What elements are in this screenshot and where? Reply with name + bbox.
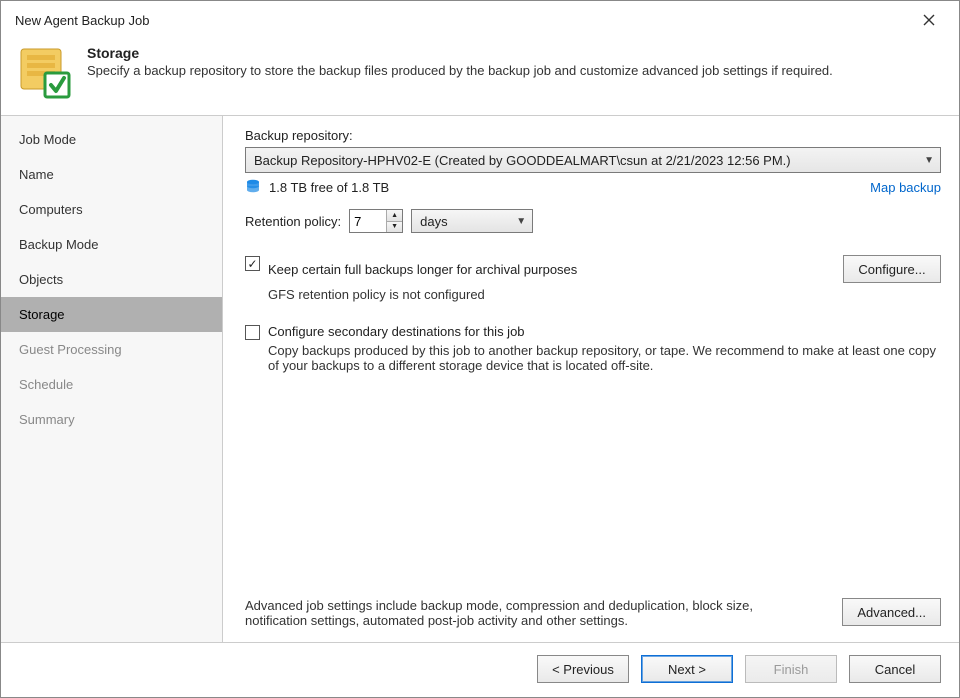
retention-value-spinner[interactable]: ▲ ▼ bbox=[349, 209, 403, 233]
next-button[interactable]: Next > bbox=[641, 655, 733, 683]
chevron-down-icon: ▼ bbox=[516, 216, 526, 227]
chevron-down-icon: ▼ bbox=[924, 155, 934, 166]
gfs-status-text: GFS retention policy is not configured bbox=[268, 287, 941, 302]
close-icon bbox=[923, 14, 935, 26]
sidebar-item-backup-mode[interactable]: Backup Mode bbox=[1, 227, 222, 262]
advanced-settings-hint: Advanced job settings include backup mod… bbox=[245, 598, 765, 628]
sidebar-item-computers[interactable]: Computers bbox=[1, 192, 222, 227]
keep-full-backups-checkbox[interactable]: ✓ bbox=[245, 256, 260, 271]
spinner-up-button[interactable]: ▲ bbox=[387, 210, 402, 222]
keep-full-backups-label: Keep certain full backups longer for arc… bbox=[268, 262, 577, 277]
step-title: Storage bbox=[87, 45, 833, 61]
retention-policy-label: Retention policy: bbox=[245, 214, 341, 229]
window-title: New Agent Backup Job bbox=[15, 13, 149, 28]
spinner-down-button[interactable]: ▼ bbox=[387, 222, 402, 233]
backup-repository-label: Backup repository: bbox=[245, 128, 941, 143]
free-space-text: 1.8 TB free of 1.8 TB bbox=[269, 180, 389, 195]
secondary-destinations-label: Configure secondary destinations for thi… bbox=[268, 324, 525, 339]
sidebar-item-objects[interactable]: Objects bbox=[1, 262, 222, 297]
database-icon bbox=[245, 179, 261, 195]
previous-button[interactable]: < Previous bbox=[537, 655, 629, 683]
advanced-button[interactable]: Advanced... bbox=[842, 598, 941, 626]
secondary-destinations-checkbox[interactable] bbox=[245, 325, 260, 340]
step-subtitle: Specify a backup repository to store the… bbox=[87, 63, 833, 78]
sidebar-item-name[interactable]: Name bbox=[1, 157, 222, 192]
backup-repository-value: Backup Repository-HPHV02-E (Created by G… bbox=[254, 153, 791, 168]
sidebar-item-schedule[interactable]: Schedule bbox=[1, 367, 222, 402]
wizard-header: Storage Specify a backup repository to s… bbox=[1, 33, 959, 116]
gfs-configure-button[interactable]: Configure... bbox=[843, 255, 941, 283]
title-bar: New Agent Backup Job bbox=[1, 1, 959, 33]
finish-button[interactable]: Finish bbox=[745, 655, 837, 683]
retention-unit-value: days bbox=[420, 214, 447, 229]
close-button[interactable] bbox=[909, 6, 949, 34]
step-content: Backup repository: Backup Repository-HPH… bbox=[223, 116, 959, 642]
backup-repository-select[interactable]: Backup Repository-HPHV02-E (Created by G… bbox=[245, 147, 941, 173]
storage-step-icon bbox=[17, 43, 73, 99]
retention-value-input[interactable] bbox=[350, 210, 386, 232]
sidebar-item-guest-processing[interactable]: Guest Processing bbox=[1, 332, 222, 367]
wizard-steps-sidebar: Job Mode Name Computers Backup Mode Obje… bbox=[1, 116, 223, 642]
cancel-button[interactable]: Cancel bbox=[849, 655, 941, 683]
secondary-destinations-hint: Copy backups produced by this job to ano… bbox=[268, 343, 941, 373]
wizard-footer: < Previous Next > Finish Cancel bbox=[1, 642, 959, 697]
sidebar-item-storage[interactable]: Storage bbox=[1, 297, 222, 332]
retention-unit-select[interactable]: days ▼ bbox=[411, 209, 533, 233]
map-backup-link[interactable]: Map backup bbox=[870, 180, 941, 195]
sidebar-item-summary[interactable]: Summary bbox=[1, 402, 222, 437]
sidebar-item-job-mode[interactable]: Job Mode bbox=[1, 122, 222, 157]
